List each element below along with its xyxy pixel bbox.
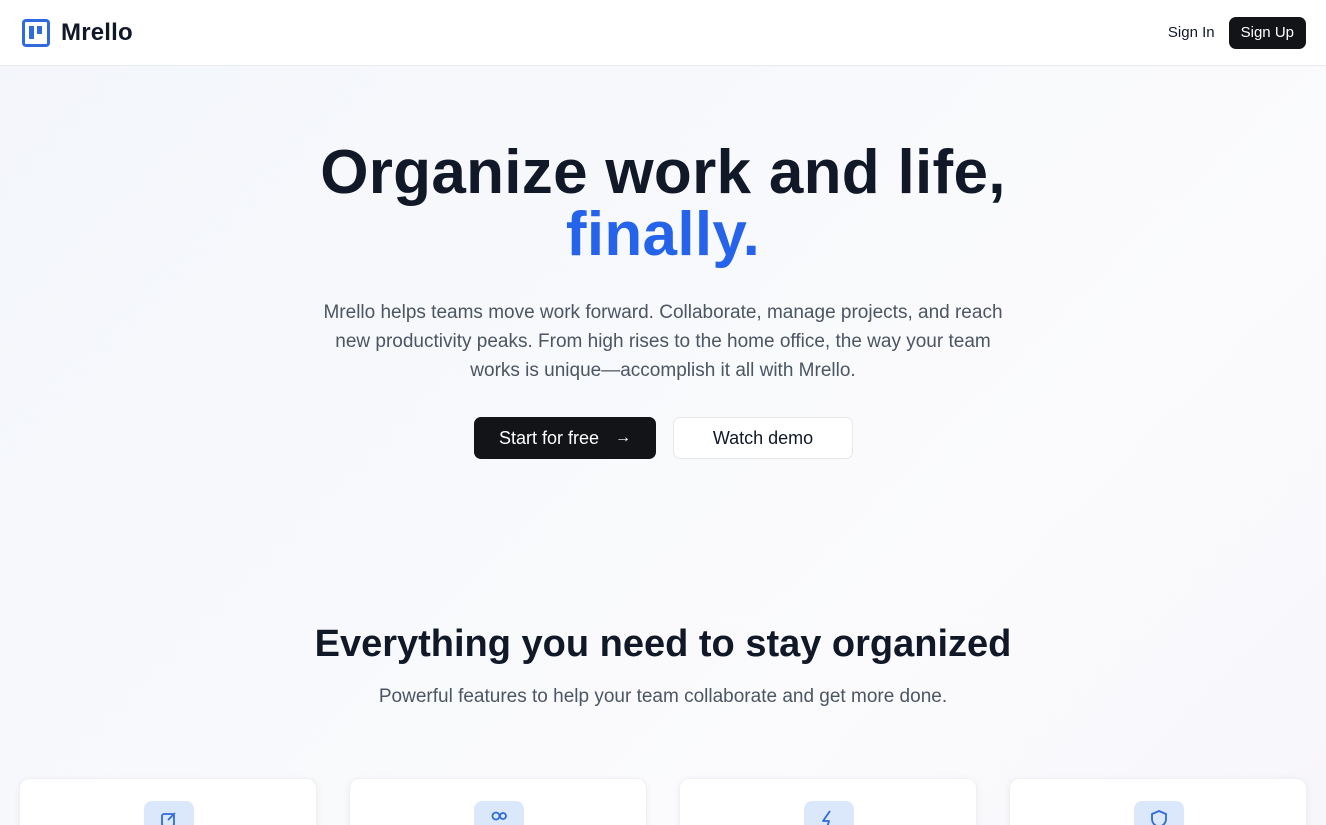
features-subtitle: Powerful features to help your team coll… (378, 686, 948, 707)
feature-card (349, 778, 647, 825)
hero-title-main: Organize work and life, (320, 138, 1006, 207)
hero-description: Mrello helps teams move work forward. Co… (323, 302, 1003, 381)
site-header: Mrello Sign In Sign Up (0, 0, 1326, 66)
start-for-free-label: Start for free (498, 427, 600, 448)
feature-cards (19, 778, 1307, 825)
feature-card (1009, 778, 1307, 825)
edit-icon (144, 801, 194, 825)
watch-demo-button[interactable]: Watch demo (673, 417, 853, 459)
header-nav: Sign In Sign Up (1166, 16, 1306, 49)
brand-name: Mrello (61, 18, 133, 46)
users-icon (474, 801, 524, 825)
shield-icon (1134, 801, 1184, 825)
features-title: Everything you need to stay organized (314, 623, 1012, 665)
hero-title: Organize work and life, finally. (0, 142, 1326, 266)
board-logo-icon (22, 18, 50, 47)
hero-cta-row: Start for free → Watch demo (474, 417, 853, 459)
bolt-icon (804, 801, 854, 825)
brand[interactable]: Mrello (22, 18, 133, 47)
feature-card (19, 778, 317, 825)
feature-card (679, 778, 977, 825)
start-for-free-button[interactable]: Start for free → (474, 417, 656, 459)
arrow-right-icon: → (615, 429, 632, 446)
sign-up-button[interactable]: Sign Up (1228, 16, 1306, 49)
hero-title-accent: finally. (565, 200, 761, 269)
sign-in-button[interactable]: Sign In (1166, 18, 1217, 47)
